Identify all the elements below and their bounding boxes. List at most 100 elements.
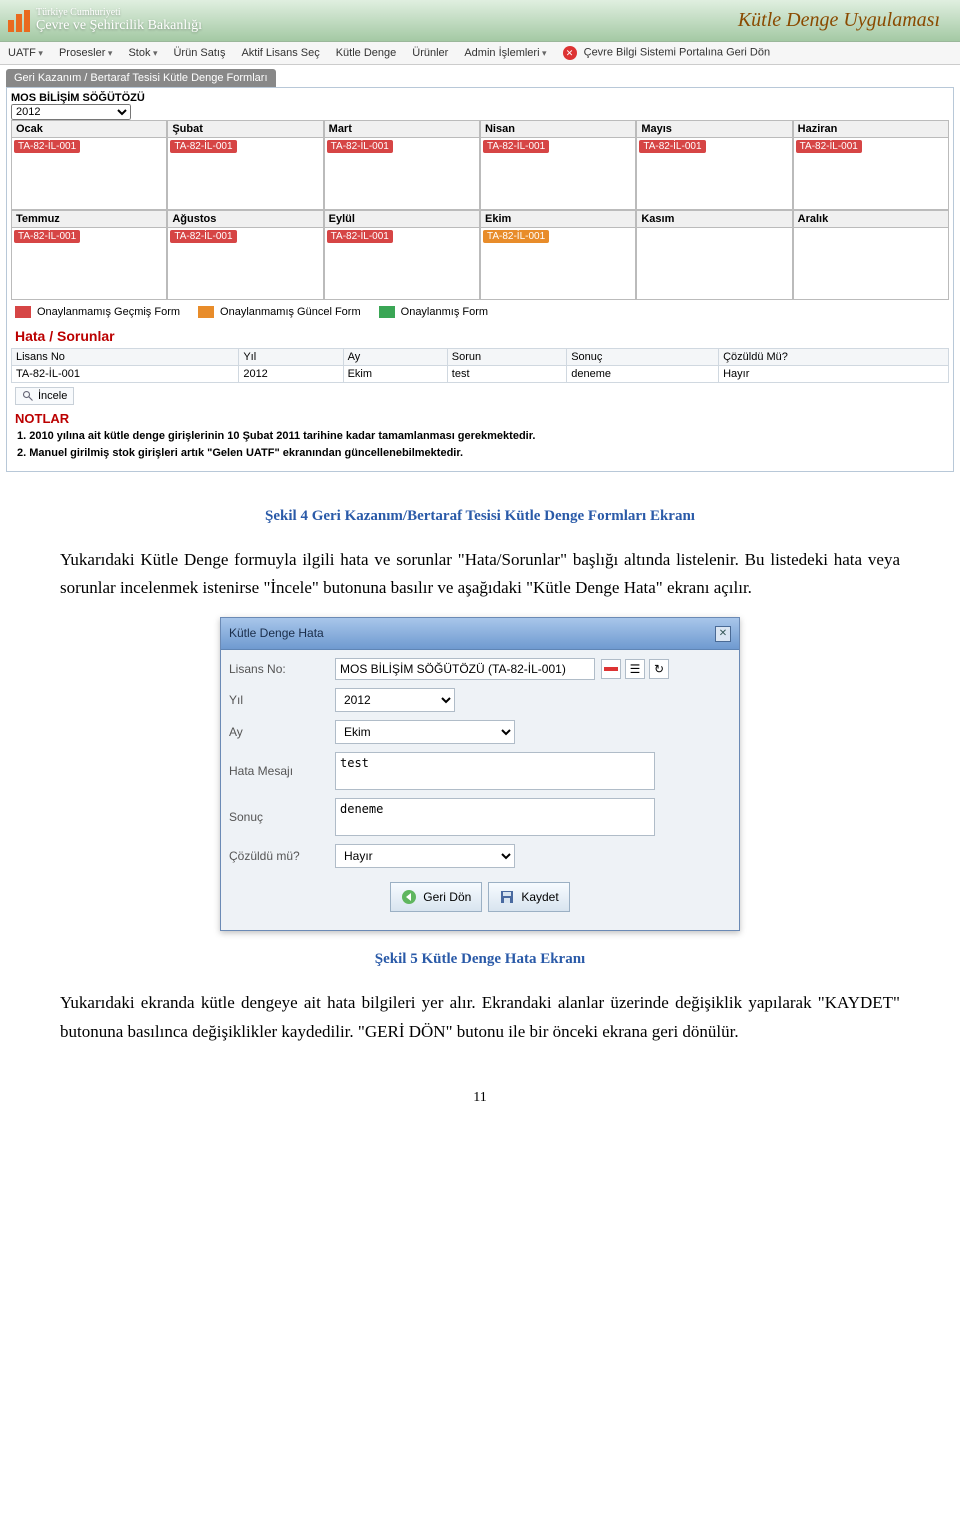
month-cell[interactable]: MartTA-82-İL-001 <box>324 120 480 210</box>
menu-kutle-denge[interactable]: Kütle Denge <box>336 47 397 59</box>
cell: test <box>447 366 566 383</box>
menu-prosesler[interactable]: Prosesler <box>59 47 113 59</box>
logo-icon <box>8 10 30 32</box>
note-1: 1. 2010 yılına ait kütle denge girişleri… <box>17 428 943 445</box>
year-select[interactable]: 2012 <box>11 104 131 120</box>
month-header: Kasım <box>637 211 791 228</box>
license-badge[interactable]: TA-82-İL-001 <box>170 230 236 243</box>
app-header: Türkiye Cumhuriyeti Çevre ve Şehircilik … <box>0 0 960 42</box>
month-cell[interactable]: Temmuz TA-82-İL-001 <box>11 210 167 300</box>
ministry-title: Türkiye Cumhuriyeti Çevre ve Şehircilik … <box>36 7 202 33</box>
company-name: MOS BİLİŞİM SÖĞÜTÖZÜ <box>11 92 949 104</box>
month-cell[interactable]: Ocak TA-82-İL-001 <box>11 120 167 210</box>
month-header: Ocak <box>12 121 166 138</box>
label-ay: Ay <box>229 722 329 742</box>
header-small: Türkiye Cumhuriyeti <box>36 7 202 18</box>
menu-admin[interactable]: Admin İşlemleri <box>464 47 546 59</box>
refresh-icon[interactable]: ↻ <box>649 659 669 679</box>
col-header: Lisans No <box>12 349 239 366</box>
sonuc-field[interactable]: deneme <box>335 798 655 836</box>
license-badge[interactable]: TA-82-İL-001 <box>14 140 80 153</box>
search-icon <box>22 390 34 402</box>
month-header: Şubat <box>168 121 322 138</box>
month-header: Ağustos <box>168 211 322 228</box>
label-sonuc: Sonuç <box>229 807 329 827</box>
month-cell[interactable]: Aralık <box>793 210 949 300</box>
save-icon <box>499 889 515 905</box>
incele-button[interactable]: İncele <box>15 387 74 405</box>
cell: 2012 <box>239 366 343 383</box>
month-cell[interactable]: Kasım <box>636 210 792 300</box>
col-header: Sorun <box>447 349 566 366</box>
hata-mesaji-field[interactable]: test <box>335 752 655 790</box>
month-cell[interactable]: Mayıs TA-82-İL-001 <box>636 120 792 210</box>
license-badge[interactable]: TA-82-İL-001 <box>483 140 549 153</box>
license-badge[interactable]: TA-82-İL-001 <box>483 230 549 243</box>
license-badge[interactable]: TA-82-İL-001 <box>327 140 393 153</box>
menu-stok[interactable]: Stok <box>128 47 157 59</box>
month-cell[interactable]: Şubat TA-82-İL-001 <box>167 120 323 210</box>
hata-table: Lisans NoYılAySorunSonuçÇözüldü Mü? TA-8… <box>11 348 949 383</box>
month-cell[interactable]: Ekim TA-82-İL-001 <box>480 210 636 300</box>
cozuldu-select[interactable]: Hayır <box>335 844 515 868</box>
lisans-field[interactable] <box>335 658 595 680</box>
note-2: 2. Manuel girilmiş stok girişleri artık … <box>17 445 943 462</box>
menu-bar: UATF Prosesler Stok Ürün Satış Aktif Lis… <box>0 42 960 65</box>
legend-green: Onaylanmış Form <box>379 306 488 318</box>
month-header: Eylül <box>325 211 479 228</box>
label-lisans: Lisans No: <box>229 659 329 679</box>
license-badge[interactable]: TA-82-İL-001 <box>327 230 393 243</box>
notes-list: 1. 2010 yılına ait kütle denge girişleri… <box>11 428 949 467</box>
menu-urun-satis[interactable]: Ürün Satış <box>173 47 225 59</box>
main-panel: MOS BİLİŞİM SÖĞÜTÖZÜ 2012 Ocak TA-82-İL-0… <box>6 87 954 472</box>
label-hata: Hata Mesajı <box>229 761 329 781</box>
cell: Hayır <box>719 366 949 383</box>
month-header: Nisan <box>481 121 635 138</box>
remove-icon[interactable] <box>601 659 621 679</box>
label-yil: Yıl <box>229 690 329 710</box>
menu-portal-back[interactable]: ✕ Çevre Bilgi Sistemi Portalına Geri Dön <box>563 46 771 60</box>
menu-uatf[interactable]: UATF <box>8 47 43 59</box>
dialog-close-button[interactable]: ✕ <box>715 626 731 642</box>
label-cozuldu: Çözüldü mü? <box>229 846 329 866</box>
menu-aktif-lisans[interactable]: Aktif Lisans Seç <box>241 47 319 59</box>
page-number: 11 <box>60 1086 900 1110</box>
yil-select[interactable]: 2012 <box>335 688 455 712</box>
month-cell[interactable]: Ağustos TA-82-İL-001 <box>167 210 323 300</box>
dialog-title-text: Kütle Denge Hata <box>229 623 324 643</box>
cell: TA-82-İL-001 <box>12 366 239 383</box>
kaydet-button[interactable]: Kaydet <box>488 882 569 912</box>
hata-sorunlar-title: Hata / Sorunlar <box>11 324 949 348</box>
month-header: Temmuz <box>12 211 166 228</box>
cell: deneme <box>567 366 719 383</box>
license-badge[interactable]: TA-82-İL-001 <box>796 140 862 153</box>
ay-select[interactable]: Ekim <box>335 720 515 744</box>
back-icon <box>401 889 417 905</box>
lookup-icon[interactable]: ☰ <box>625 659 645 679</box>
caption-fig5: Şekil 5 Kütle Denge Hata Ekranı <box>60 947 900 973</box>
license-badge[interactable]: TA-82-İL-001 <box>170 140 236 153</box>
breadcrumb: Geri Kazanım / Bertaraf Tesisi Kütle Den… <box>6 69 276 87</box>
menu-urunler[interactable]: Ürünler <box>412 47 448 59</box>
col-header: Çözüldü Mü? <box>719 349 949 366</box>
month-header: Mayıs <box>637 121 791 138</box>
caption-fig4: Şekil 4 Geri Kazanım/Bertaraf Tesisi Küt… <box>60 504 900 530</box>
document-body: Şekil 4 Geri Kazanım/Bertaraf Tesisi Küt… <box>0 478 960 1150</box>
month-header: Aralık <box>794 211 948 228</box>
geri-don-button[interactable]: Geri Dön <box>390 882 482 912</box>
license-badge[interactable]: TA-82-İL-001 <box>639 140 705 153</box>
paragraph-2: Yukarıdaki ekranda kütle dengeye ait hat… <box>60 989 900 1047</box>
license-badge[interactable]: TA-82-İL-001 <box>14 230 80 243</box>
month-cell[interactable]: HaziranTA-82-İL-001 <box>793 120 949 210</box>
month-cell[interactable]: Nisan TA-82-İL-001 <box>480 120 636 210</box>
month-header: Ekim <box>481 211 635 228</box>
paragraph-1: Yukarıdaki Kütle Denge formuyla ilgili h… <box>60 546 900 604</box>
legend-orange: Onaylanmamış Güncel Form <box>198 306 361 318</box>
col-header: Yıl <box>239 349 343 366</box>
table-row[interactable]: TA-82-İL-0012012EkimtestdenemeHayır <box>12 366 949 383</box>
col-header: Sonuç <box>567 349 719 366</box>
month-cell[interactable]: Eylül TA-82-İL-001 <box>324 210 480 300</box>
notlar-title: NOTLAR <box>11 409 949 428</box>
close-icon: ✕ <box>563 46 577 60</box>
month-grid: OcakTA-82-İL-001ŞubatTA-82-İL-001MartTA-… <box>11 120 949 300</box>
